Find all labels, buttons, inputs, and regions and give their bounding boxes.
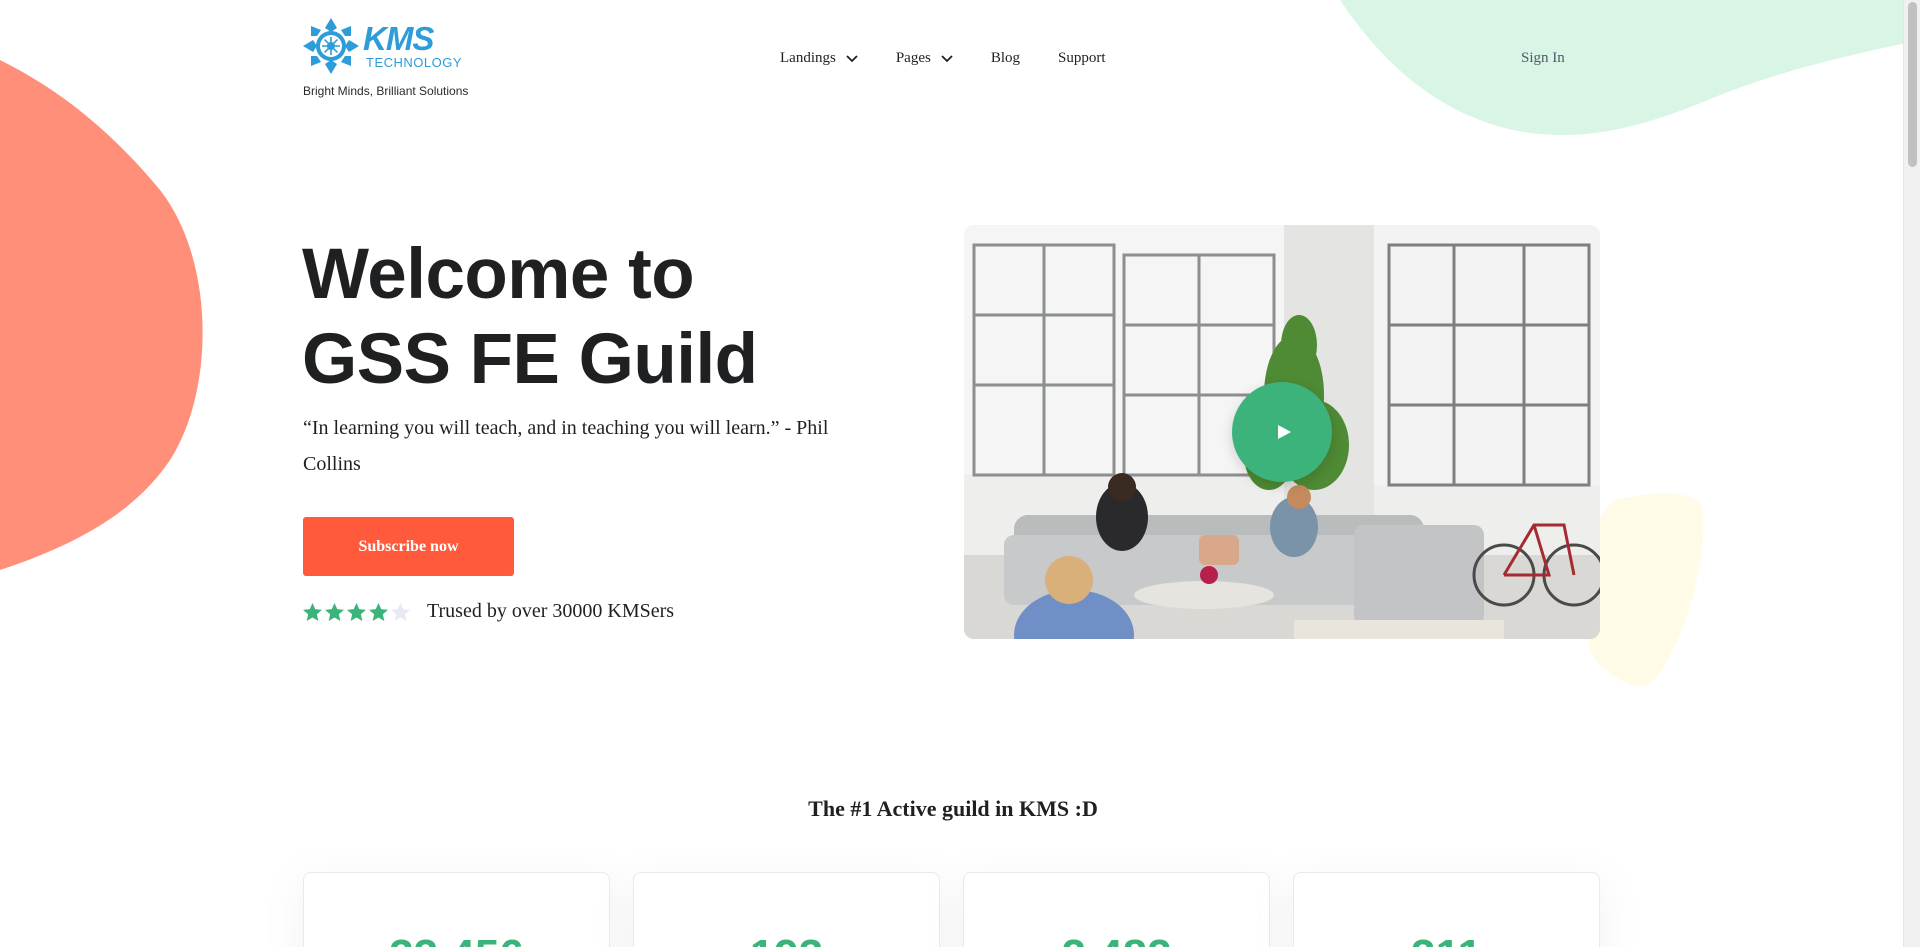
stat-value: 193: [634, 931, 939, 947]
stat-value: 33,456: [304, 931, 609, 947]
star-filled-icon: [325, 602, 344, 621]
star-empty-icon: [391, 602, 410, 621]
hero-title-line-1: Welcome to: [302, 235, 695, 314]
brand-tagline: Bright Minds, Brilliant Solutions: [303, 84, 469, 98]
nav-item-label: Pages: [895, 50, 931, 66]
nav-item-label: Blog: [990, 50, 1021, 66]
brand-logo[interactable]: KMS TECHNOLOGY Bright Minds, Brilliant S…: [303, 18, 473, 102]
stats-row: 33,456 193 2,482 311: [303, 872, 1600, 947]
stat-card: 33,456: [303, 872, 610, 947]
sign-in-link[interactable]: Sign In: [1521, 50, 1565, 67]
play-icon: [1278, 425, 1291, 439]
nav-item-label: Landings: [780, 50, 836, 66]
chevron-down-icon: [941, 54, 953, 62]
star-filled-icon: [347, 602, 366, 621]
hero-video[interactable]: [964, 225, 1600, 639]
play-button[interactable]: [1232, 382, 1332, 482]
scrollbar-thumb[interactable]: [1908, 2, 1917, 167]
main-nav: Landings Pages Blog Support: [780, 50, 1106, 67]
nav-item-support[interactable]: Support: [1058, 50, 1106, 67]
brand-subtitle: TECHNOLOGY: [366, 55, 463, 70]
stats-section-title: The #1 Active guild in KMS :D: [808, 796, 1098, 821]
chevron-down-icon: [846, 54, 858, 62]
kms-sunburst-logo-icon: [303, 18, 359, 74]
star-rating: [303, 602, 413, 621]
nav-item-label: Support: [1058, 50, 1106, 66]
decorative-salmon-blob: [0, 60, 203, 570]
hero-title-line-2: GSS FE Guild: [302, 320, 758, 399]
nav-item-landings[interactable]: Landings: [780, 50, 858, 67]
nav-item-pages[interactable]: Pages: [896, 50, 953, 67]
stat-card: 311: [1293, 872, 1600, 947]
brand-name: KMS: [363, 20, 434, 57]
stat-card: 2,482: [963, 872, 1270, 947]
decorative-mint-blob: [1340, 0, 1920, 136]
rating: Trused by over 30000 KMSers: [303, 600, 674, 623]
stat-card: 193: [633, 872, 940, 947]
hero-title: Welcome to GSS FE Guild: [302, 232, 862, 402]
star-filled-icon: [369, 602, 388, 621]
nav-item-blog[interactable]: Blog: [991, 50, 1020, 67]
hero-quote: “In learning you will teach, and in teac…: [303, 417, 829, 475]
stat-value: 2,482: [964, 931, 1269, 947]
subscribe-button[interactable]: Subscribe now: [303, 517, 514, 576]
rating-text: Trused by over 30000 KMSers: [427, 600, 675, 622]
stat-value: 311: [1294, 931, 1599, 947]
star-filled-icon: [303, 602, 322, 621]
page-scrollbar[interactable]: [1903, 0, 1920, 947]
